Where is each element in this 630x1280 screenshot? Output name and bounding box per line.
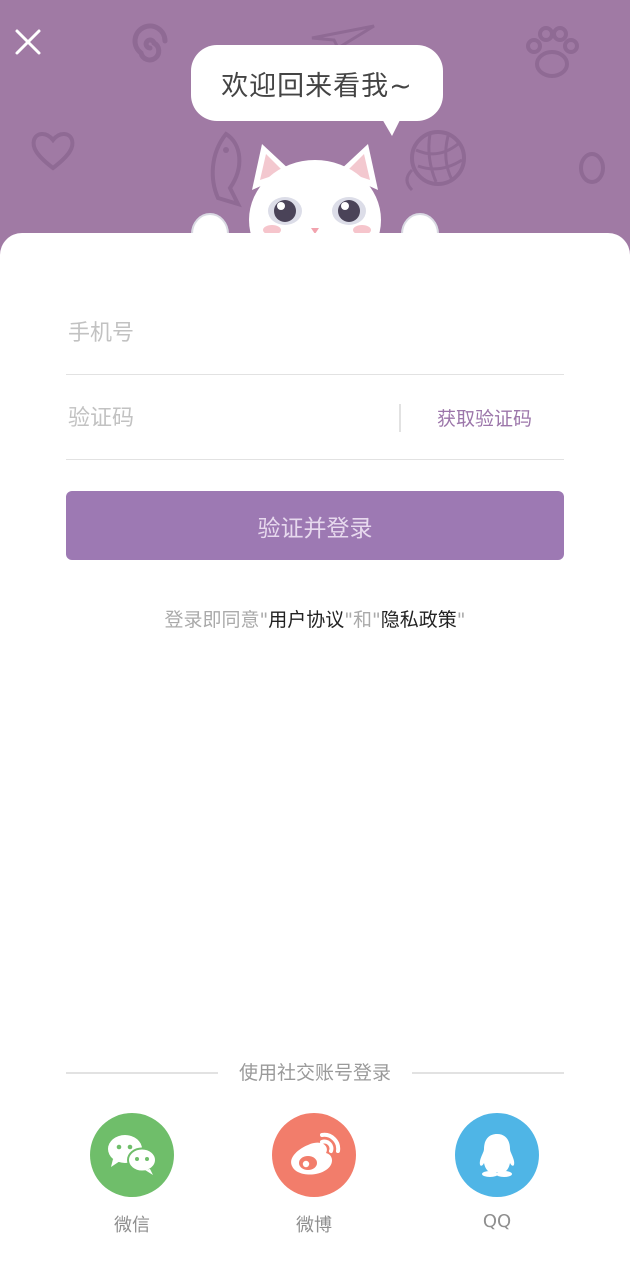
heart-doodle-icon bbox=[31, 132, 75, 171]
qq-icon bbox=[479, 1134, 515, 1177]
close-icon[interactable] bbox=[12, 26, 44, 58]
weibo-login-button[interactable]: 微博 bbox=[254, 1113, 374, 1237]
qq-login-button[interactable]: QQ bbox=[437, 1113, 557, 1232]
wechat-label: 微信 bbox=[114, 1215, 150, 1236]
code-field: 获取验证码 bbox=[66, 375, 564, 461]
field-divider bbox=[399, 404, 401, 432]
verification-code-input[interactable] bbox=[66, 375, 400, 461]
weibo-circle bbox=[272, 1113, 356, 1197]
welcome-text: 欢迎回来看我~ bbox=[221, 70, 413, 102]
quote-mark: " bbox=[372, 609, 381, 631]
quote-mark: " bbox=[344, 609, 353, 631]
user-agreement-link[interactable]: 用户协议 bbox=[268, 609, 344, 631]
verify-login-button[interactable]: 验证并登录 bbox=[66, 491, 564, 560]
weibo-label: 微博 bbox=[296, 1215, 332, 1236]
agreement-prefix: 登录即同意 bbox=[164, 609, 260, 631]
phone-input[interactable] bbox=[66, 290, 400, 376]
quote-mark: " bbox=[259, 609, 269, 631]
weibo-icon bbox=[291, 1132, 341, 1175]
get-code-button[interactable]: 获取验证码 bbox=[437, 375, 532, 459]
qq-circle bbox=[455, 1113, 539, 1197]
quote-mark: " bbox=[456, 609, 466, 631]
ring-doodle-icon bbox=[579, 152, 605, 184]
paw-doodle-icon bbox=[526, 26, 579, 78]
qq-label: QQ bbox=[482, 1211, 512, 1232]
phone-field bbox=[66, 290, 564, 376]
social-login-title-text: 使用社交账号登录 bbox=[238, 1062, 391, 1084]
swirl-doodle-icon bbox=[132, 23, 168, 63]
login-card: 获取验证码 验证并登录 登录即同意"用户协议"和"隐私政策" 使用社交账号登录 … bbox=[0, 233, 630, 1280]
wechat-icon bbox=[108, 1135, 157, 1175]
agreement-text: 登录即同意"用户协议"和"隐私政策" bbox=[0, 605, 630, 632]
wechat-circle bbox=[90, 1113, 174, 1197]
social-login-title: 使用社交账号登录 bbox=[66, 1057, 564, 1087]
agreement-middle: 和 bbox=[353, 609, 373, 631]
privacy-policy-link[interactable]: 隐私政策 bbox=[381, 609, 457, 631]
wechat-login-button[interactable]: 微信 bbox=[72, 1113, 192, 1237]
